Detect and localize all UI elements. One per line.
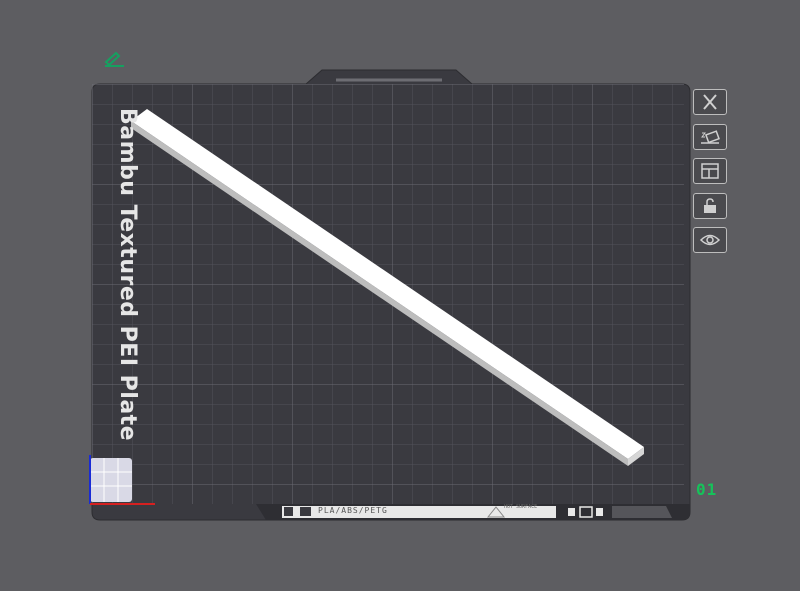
- arrange-button[interactable]: [693, 158, 727, 184]
- hot-surface-label: HOT SURFACE: [504, 504, 538, 510]
- auto-orient-icon: [701, 130, 720, 144]
- lock-icon: [704, 198, 716, 213]
- arrange-icon: [701, 163, 719, 179]
- remove-plate-button[interactable]: [693, 89, 727, 115]
- qr-icon: [284, 507, 293, 516]
- close-icon: [703, 94, 717, 110]
- filament-type-label: PLA/ABS/PETG: [318, 506, 388, 515]
- edit-plate-name-icon[interactable]: [102, 48, 126, 68]
- eye-icon: [699, 234, 721, 246]
- auto-orient-button[interactable]: [693, 124, 727, 150]
- lock-plate-button[interactable]: [693, 193, 727, 219]
- plate-name-label: Bambu Textured PEI Plate: [115, 108, 140, 442]
- plate-logo-icon: [300, 507, 311, 516]
- plate-number[interactable]: 01: [696, 480, 717, 499]
- toggle-visibility-button[interactable]: [693, 227, 727, 253]
